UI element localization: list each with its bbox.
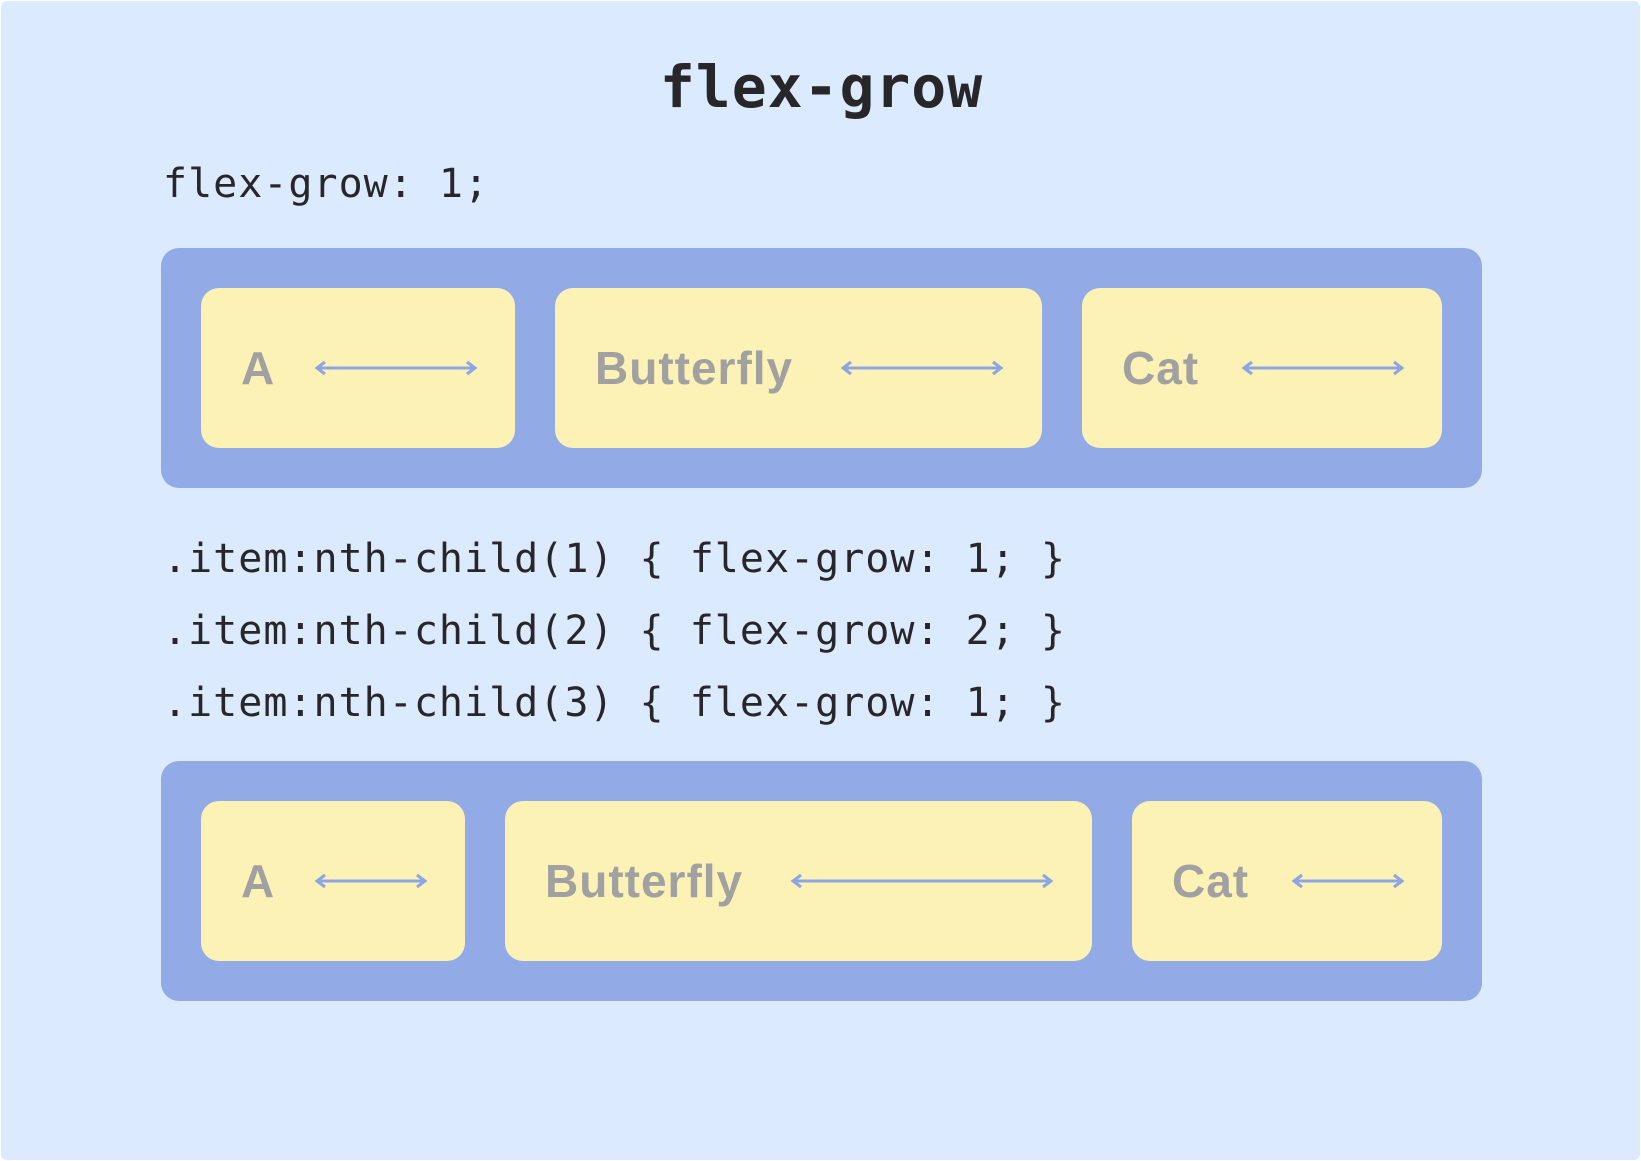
item-label: Cat [1172,855,1250,907]
item-label: Cat [1122,342,1200,394]
item-label: A [241,855,276,907]
double-arrow-icon [790,873,1054,889]
flex-item-cat: Cat [1082,288,1442,448]
flex-item-butterfly: Butterfly [505,801,1092,961]
item-label: Butterfly [545,855,744,907]
double-arrow-icon [1291,873,1405,889]
code-line-nth-child-3: .item:nth-child(3) { flex-grow: 1; } [163,680,1066,726]
diagram-canvas: flex-grow flex-grow: 1; A Butterfly Cat [1,1,1640,1160]
item-label: Butterfly [595,342,794,394]
double-arrow-icon [1241,360,1405,376]
code-line-flex-grow-1: flex-grow: 1; [163,161,490,207]
flex-container-equal: A Butterfly Cat [161,248,1482,488]
flex-item-cat: Cat [1132,801,1442,961]
double-arrow-icon [840,360,1004,376]
code-line-nth-child-2: .item:nth-child(2) { flex-grow: 2; } [163,608,1066,654]
flex-item-a: A [201,801,465,961]
flex-item-butterfly: Butterfly [555,288,1042,448]
item-label: A [241,342,276,394]
diagram-title: flex-grow [659,53,984,121]
double-arrow-icon [314,873,428,889]
code-line-nth-child-1: .item:nth-child(1) { flex-grow: 1; } [163,536,1066,582]
double-arrow-icon [314,360,478,376]
flex-container-weighted: A Butterfly Cat [161,761,1482,1001]
flex-item-a: A [201,288,515,448]
